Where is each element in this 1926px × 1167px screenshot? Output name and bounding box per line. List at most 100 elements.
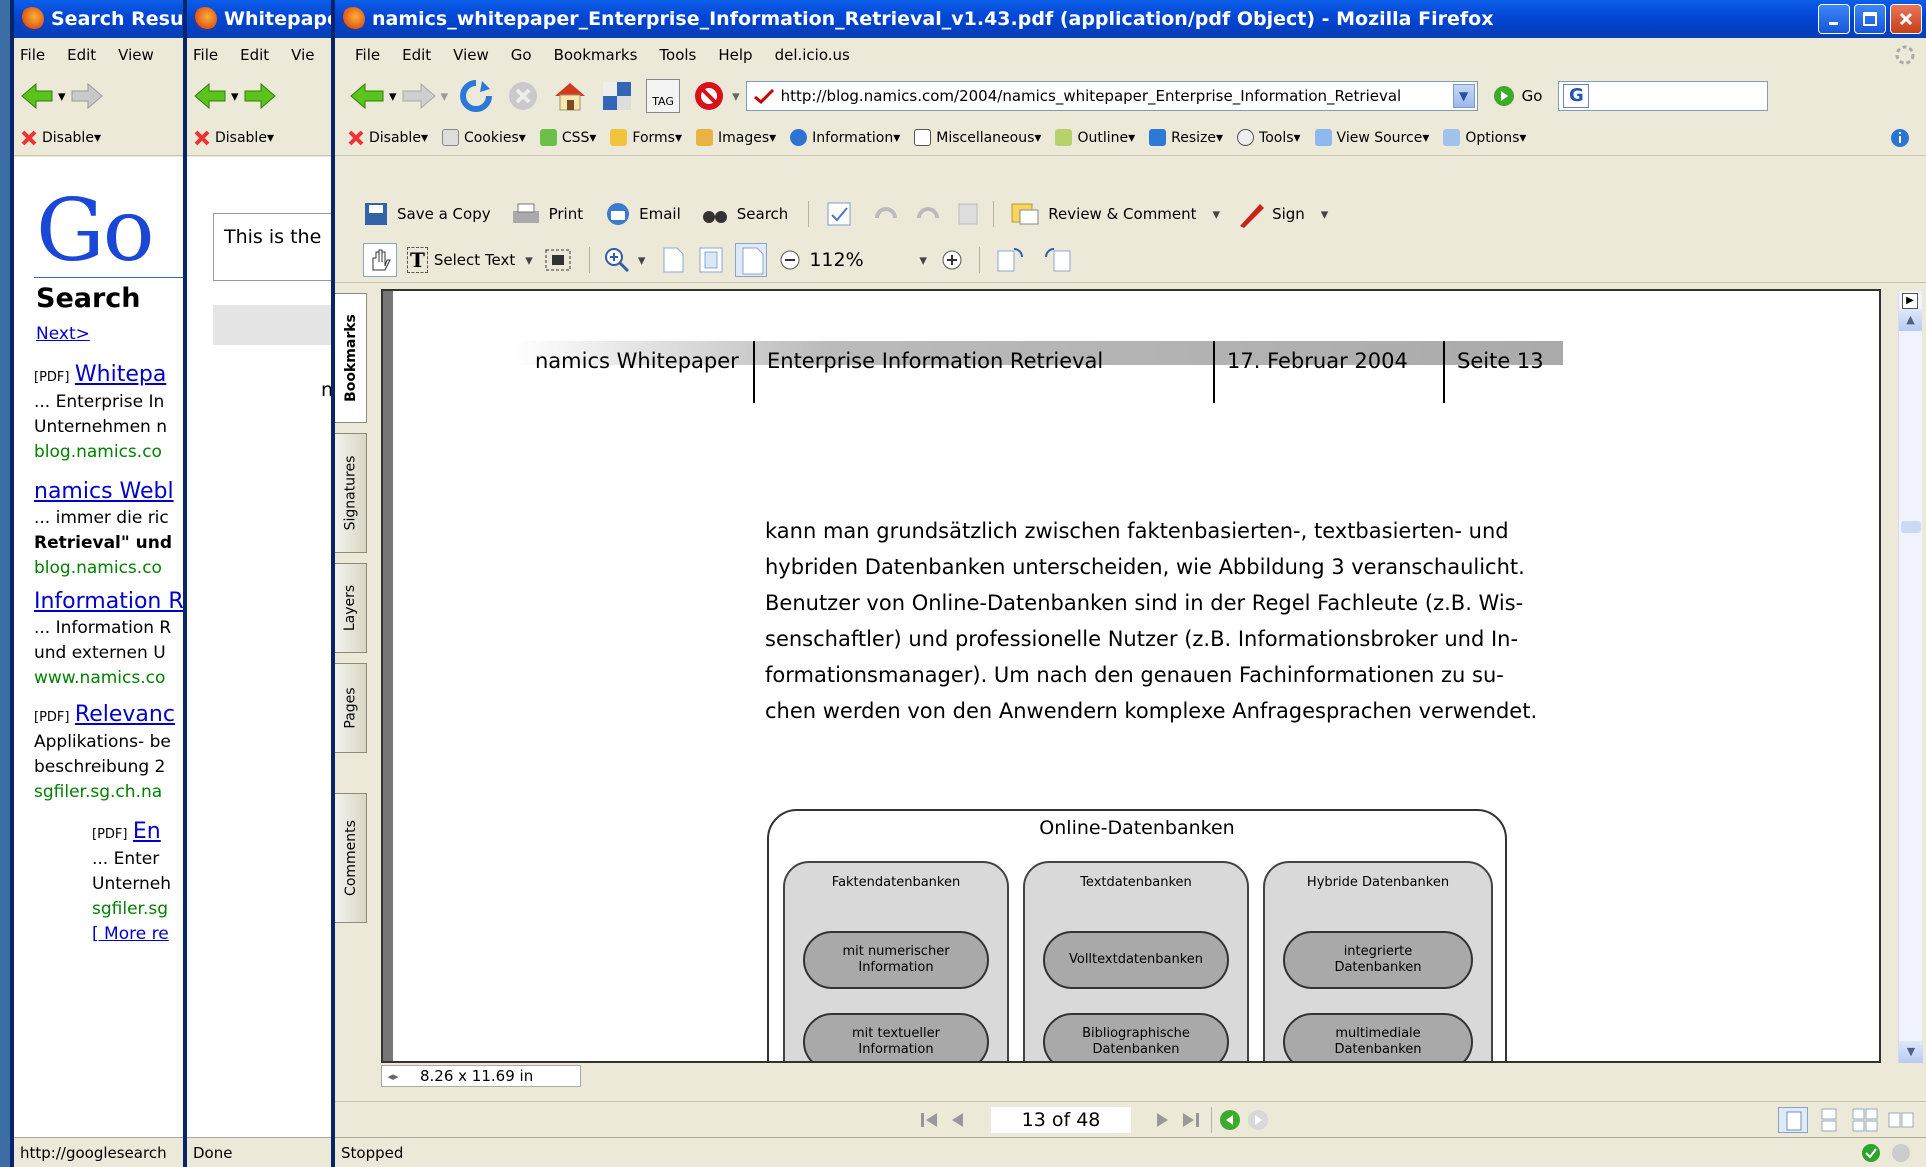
menu-edit[interactable]: Edit [402,46,431,64]
scroll-thumb[interactable] [1901,521,1921,533]
title-bar[interactable]: namics_whitepaper_Enterprise_Information… [335,0,1926,38]
back-icon[interactable] [20,81,54,111]
maximize-button[interactable] [1854,4,1886,34]
menu-edit[interactable]: Edit [67,46,96,64]
cookies-menu[interactable]: Cookies ▾ [441,129,526,146]
url-dropdown-button[interactable]: ▼ [1452,84,1475,108]
menu-view[interactable]: View [453,46,489,64]
actual-size-icon[interactable] [659,245,687,275]
vertical-scrollbar[interactable]: ▲ ▼ [1898,291,1923,1063]
page-number-field[interactable]: 13 of 48 [991,1106,1131,1133]
search-button[interactable]: Search [701,201,788,227]
result-title-link[interactable]: Whitepa [75,362,166,387]
continuous-icon[interactable] [1814,1107,1844,1133]
disable-menu[interactable]: Disable ▾ [193,129,274,147]
undo-icon[interactable] [871,200,901,228]
menu-file[interactable]: File [20,46,45,64]
forward-icon[interactable] [70,81,104,111]
expand-arrow-button[interactable]: ▶ [1902,293,1918,309]
single-page-icon[interactable] [1778,1106,1808,1133]
menu-view[interactable]: View [118,46,154,64]
first-page-icon[interactable] [917,1109,945,1131]
information-menu[interactable]: Information ▾ [790,129,900,146]
view-source-menu[interactable]: View Source ▾ [1314,129,1429,146]
fit-page-icon[interactable] [697,245,725,275]
clipboard-icon[interactable] [955,200,981,228]
tab-layers[interactable]: Layers [335,563,367,653]
fit-width-icon[interactable] [735,242,768,277]
zoom-in-icon[interactable] [602,245,632,275]
forward-icon[interactable] [401,81,437,111]
go-icon[interactable] [1492,84,1516,108]
window-search-results[interactable]: Search Resu File Edit View ▾ Disable ▾ Go… [10,0,210,1167]
tab-bookmarks[interactable]: Bookmarks [335,293,367,423]
zoom-out-icon[interactable] [779,249,801,271]
menu-help[interactable]: Help [718,46,752,64]
hand-tool-icon[interactable] [363,242,397,277]
sign-button[interactable]: Sign ▾ [1236,200,1328,228]
menu-bookmarks[interactable]: Bookmarks [554,46,638,64]
menu-file[interactable]: File [355,46,380,64]
disable-menu[interactable]: Disable ▾ [20,129,101,147]
images-menu[interactable]: Images ▾ [696,129,776,146]
spellcheck-icon[interactable] [825,200,855,228]
tab-pages[interactable]: Pages [335,663,367,753]
go-back-view-icon[interactable] [1218,1108,1246,1132]
close-button[interactable] [1890,4,1922,34]
split-icon[interactable]: ◂▸ [382,1070,404,1083]
email-button[interactable]: Email [603,201,681,227]
css-menu[interactable]: CSS ▾ [539,129,596,146]
scroll-up-button[interactable]: ▲ [1899,309,1922,331]
menu-view[interactable]: Vie [291,46,314,64]
title-bar[interactable]: Search Resu [14,0,206,38]
zoom-in-plus-icon[interactable] [941,249,963,271]
outline-menu[interactable]: Outline ▾ [1055,129,1135,146]
review-comment-button[interactable]: Review & Comment ▾ [1010,200,1220,228]
menu-edit[interactable]: Edit [240,46,269,64]
print-button[interactable]: Print [511,201,583,227]
next-page-icon[interactable] [1149,1109,1177,1131]
resize-menu[interactable]: Resize ▾ [1149,129,1223,146]
facing-icon[interactable] [1850,1107,1880,1133]
stop-icon[interactable] [506,79,540,113]
minimize-button[interactable] [1818,4,1850,34]
rotate-clockwise-icon[interactable] [994,245,1026,275]
tag-button[interactable]: TAG [646,79,681,113]
info-icon[interactable] [1890,128,1910,148]
search-input[interactable]: G [1558,81,1769,111]
forms-menu[interactable]: Forms ▾ [610,129,682,146]
snapshot-icon[interactable] [543,245,573,275]
page-info-icon[interactable] [600,79,634,113]
redo-icon[interactable] [913,200,943,228]
previous-page-icon[interactable] [945,1109,973,1131]
window-pdf-viewer[interactable]: namics_whitepaper_Enterprise_Information… [331,0,1926,1167]
back-icon[interactable] [193,81,227,111]
result-title-link[interactable]: En [133,819,161,844]
select-text-button[interactable]: T Select Text ▾ [407,246,533,273]
more-results-link[interactable]: [ More re [92,922,171,947]
home-icon[interactable] [552,79,588,113]
menu-tools[interactable]: Tools [659,46,696,64]
url-bar[interactable]: http://blog.namics.com/2004/namics_white… [745,81,1478,111]
save-copy-button[interactable]: Save a Copy [363,201,491,227]
menu-delicious[interactable]: del.icio.us [775,46,850,64]
scroll-down-button[interactable]: ▼ [1899,1041,1923,1063]
menu-go[interactable]: Go [511,46,532,64]
last-page-icon[interactable] [1177,1109,1205,1131]
zoom-level-field[interactable]: 112% [809,249,919,271]
result-title-link[interactable]: Relevanc [75,702,175,727]
result-title-link[interactable]: namics Webl [34,479,174,504]
block-icon[interactable] [692,79,726,113]
tools-menu[interactable]: Tools ▾ [1237,129,1301,146]
go-forward-view-icon[interactable] [1246,1108,1274,1132]
continuous-facing-icon[interactable] [1886,1107,1916,1133]
disable-menu[interactable]: Disable ▾ [347,129,428,147]
menu-file[interactable]: File [193,46,218,64]
tab-comments[interactable]: Comments [335,793,367,923]
forward-icon[interactable] [243,81,277,111]
go-button-label[interactable]: Go [1522,87,1543,105]
options-menu[interactable]: Options ▾ [1443,129,1526,146]
miscellaneous-menu[interactable]: Miscellaneous ▾ [914,129,1041,146]
rotate-counterclockwise-icon[interactable] [1042,245,1074,275]
back-icon[interactable] [349,81,385,111]
